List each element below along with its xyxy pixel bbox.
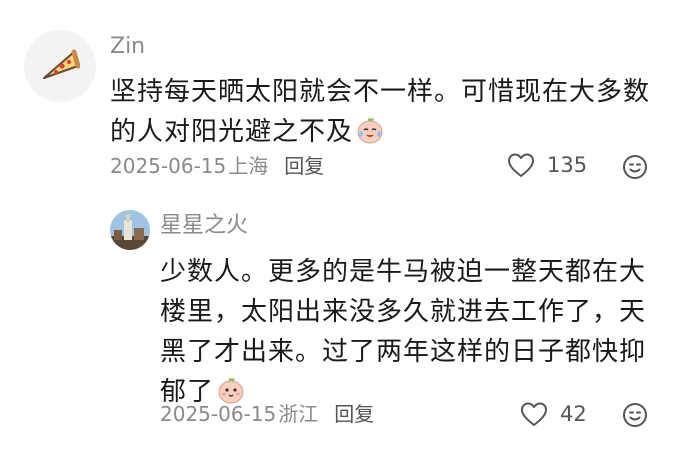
comment-date: 2025-06-15 [160,402,277,426]
building-photo-avatar [110,210,150,250]
comment-date: 2025-06-15 [110,154,227,178]
heart-outline-icon [521,402,547,426]
username[interactable]: 星星之火 [160,215,248,237]
like-count: 135 [547,152,588,177]
comment-smile-icon[interactable] [622,402,648,428]
pizza-slice-icon [43,49,80,79]
avatar[interactable] [110,210,150,250]
comment-meta: 2025-06-15 浙江 回复 [160,404,374,424]
comment-text[interactable]: 少数人。更多的是牛马被迫一整天都在大楼里，太阳出来没多久就进去工作了，天黑了才出… [160,252,660,412]
comment-location: 浙江 [278,402,319,426]
peach-face-emoji [218,377,244,404]
comment-smile-icon[interactable] [622,154,648,180]
reply-button[interactable]: 回复 [284,156,324,176]
comment-text[interactable]: 坚持每天晒太阳就会不一样。可惜现在大多数的人对阳光避之不及 [110,72,670,152]
avatar[interactable] [24,30,96,102]
like-count: 42 [560,401,587,426]
heart-outline-icon [508,153,534,177]
comment-meta: 2025-06-15 上海 回复 [110,156,324,176]
like-button[interactable]: 135 [507,152,587,178]
comment-location: 上海 [228,154,269,178]
comment-thread: Zin 坚持每天晒太阳就会不一样。可惜现在大多数的人对阳光避之不及 2025-0… [0,0,690,450]
username[interactable]: Zin [110,36,145,58]
crying-laughing-peach-emoji [357,117,383,144]
reply-button[interactable]: 回复 [334,404,374,424]
like-button[interactable]: 42 [520,401,587,427]
